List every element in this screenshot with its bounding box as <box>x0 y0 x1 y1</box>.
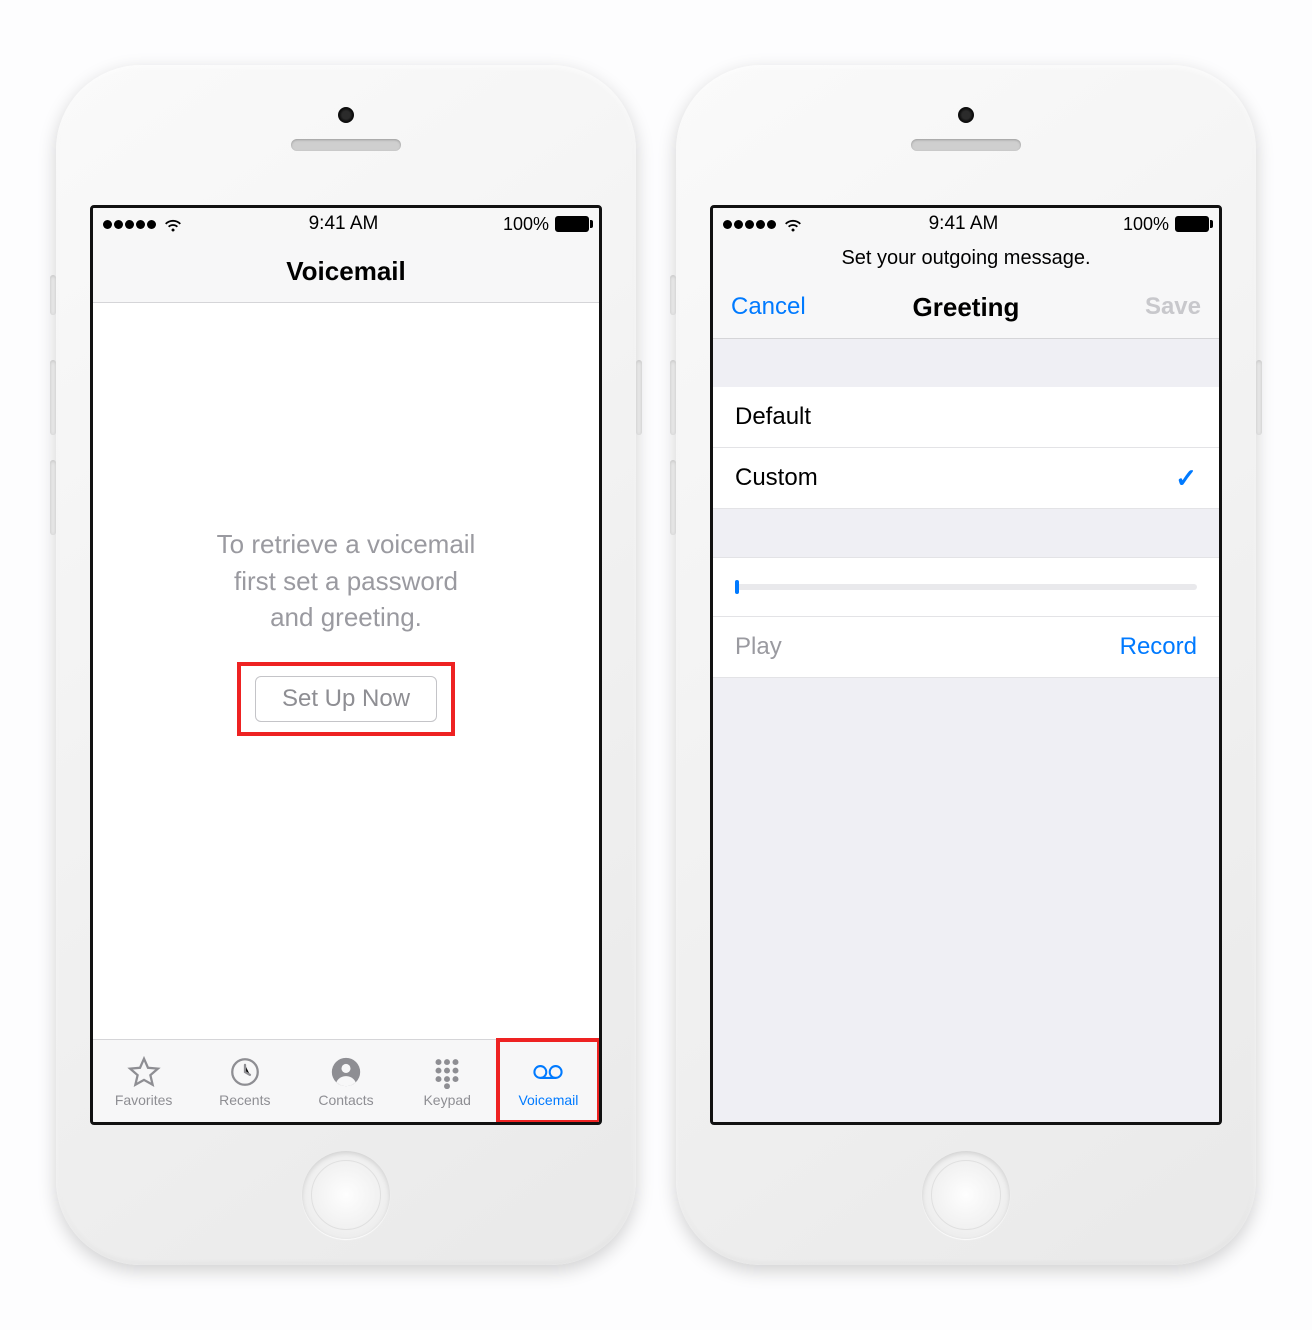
home-button[interactable] <box>302 1151 390 1239</box>
row-label: Custom <box>735 464 818 492</box>
power-button <box>1256 360 1262 435</box>
greeting-row-default[interactable]: Default <box>713 387 1219 448</box>
signal-dots-icon <box>723 220 776 229</box>
checkmark-icon: ✓ <box>1175 463 1197 494</box>
record-button[interactable]: Record <box>1120 633 1197 661</box>
volume-up-button <box>50 360 56 435</box>
iphone-left: 9:41 AM 100% Voicemail To retrieve a voi… <box>56 65 636 1265</box>
battery-icon <box>555 216 589 232</box>
mute-switch <box>670 275 676 315</box>
tab-voicemail[interactable]: Voicemail <box>498 1040 599 1122</box>
section-gap <box>713 509 1219 557</box>
volume-down-button <box>50 460 56 535</box>
status-time: 9:41 AM <box>929 213 999 235</box>
navbar-greeting: Cancel Greeting Save <box>713 276 1219 339</box>
status-bar: 9:41 AM 100% <box>713 208 1219 240</box>
contact-icon <box>329 1055 363 1089</box>
home-button[interactable] <box>922 1151 1010 1239</box>
recording-progress-track[interactable] <box>735 584 1197 590</box>
tab-recents-label: Recents <box>219 1092 270 1108</box>
wifi-icon <box>782 216 804 232</box>
battery-icon <box>1175 216 1209 232</box>
tab-keypad[interactable]: Keypad <box>397 1040 498 1122</box>
screen-right: 9:41 AM 100% Set your outgoing message. … <box>710 205 1222 1125</box>
setup-highlight: Set Up Now <box>237 662 455 736</box>
star-icon <box>127 1055 161 1089</box>
clock-icon <box>228 1055 262 1089</box>
page-title: Greeting <box>913 292 1020 323</box>
navbar-voicemail: Voicemail <box>93 240 599 303</box>
section-gap <box>713 339 1219 387</box>
greeting-row-custom[interactable]: Custom ✓ <box>713 448 1219 509</box>
voicemail-icon <box>531 1055 565 1089</box>
signal-dots-icon <box>103 220 156 229</box>
row-label: Default <box>735 403 811 431</box>
play-button[interactable]: Play <box>735 633 782 661</box>
recording-progress-row <box>713 557 1219 617</box>
voicemail-setup-content: To retrieve a voicemail first set a pass… <box>93 303 599 1122</box>
volume-down-button <box>670 460 676 535</box>
tab-contacts-label: Contacts <box>318 1092 373 1108</box>
battery-percent: 100% <box>1123 214 1169 235</box>
front-camera <box>958 107 974 123</box>
cancel-button[interactable]: Cancel <box>731 276 806 338</box>
tab-keypad-label: Keypad <box>423 1092 470 1108</box>
tab-bar: Favorites Recents Contacts Keypad <box>93 1039 599 1122</box>
mute-switch <box>50 275 56 315</box>
set-up-now-button[interactable]: Set Up Now <box>255 676 437 722</box>
save-button[interactable]: Save <box>1145 276 1201 338</box>
iphone-right: 9:41 AM 100% Set your outgoing message. … <box>676 65 1256 1265</box>
play-record-row: Play Record <box>713 617 1219 678</box>
battery-percent: 100% <box>503 214 549 235</box>
empty-area <box>713 678 1219 1122</box>
tab-recents[interactable]: Recents <box>194 1040 295 1122</box>
volume-up-button <box>670 360 676 435</box>
status-bar: 9:41 AM 100% <box>93 208 599 240</box>
tab-favorites-label: Favorites <box>115 1092 173 1108</box>
earpiece-speaker <box>291 139 401 151</box>
tab-favorites[interactable]: Favorites <box>93 1040 194 1122</box>
tab-voicemail-label: Voicemail <box>518 1092 578 1108</box>
power-button <box>636 360 642 435</box>
page-title: Voicemail <box>286 256 405 287</box>
greeting-subhead: Set your outgoing message. <box>713 240 1219 276</box>
front-camera <box>338 107 354 123</box>
screen-left: 9:41 AM 100% Voicemail To retrieve a voi… <box>90 205 602 1125</box>
wifi-icon <box>162 216 184 232</box>
tab-contacts[interactable]: Contacts <box>295 1040 396 1122</box>
setup-instruction-text: To retrieve a voicemail first set a pass… <box>217 526 476 635</box>
keypad-icon <box>430 1055 464 1089</box>
status-time: 9:41 AM <box>309 213 379 235</box>
comparison-stage: 9:41 AM 100% Voicemail To retrieve a voi… <box>0 0 1312 1330</box>
earpiece-speaker <box>911 139 1021 151</box>
